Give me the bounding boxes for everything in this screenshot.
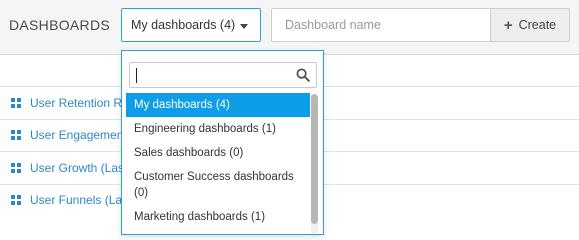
dashboard-link[interactable]: User Growth (Las (30, 161, 124, 175)
page-title: DASHBOARDS (9, 17, 111, 33)
dropdown-scrollbar[interactable] (311, 94, 318, 234)
dropdown-scrollbar-thumb[interactable] (311, 94, 318, 224)
dashboard-grid-icon (11, 130, 21, 141)
dashboard-grid-icon (11, 162, 21, 173)
create-button[interactable]: + Create (490, 8, 570, 42)
caret-down-icon (240, 24, 248, 29)
text-cursor (136, 68, 137, 83)
dropdown-option-sales[interactable]: Sales dashboards (0) (126, 141, 310, 165)
dropdown-option-engineering[interactable]: Engineering dashboards (1) (126, 117, 310, 141)
dashboard-link[interactable]: User Funnels (La (30, 193, 122, 207)
dashboard-name-input[interactable] (271, 8, 491, 42)
dropdown-options: My dashboards (4) Engineering dashboards… (126, 93, 310, 229)
dropdown-option-my-dashboards[interactable]: My dashboards (4) (126, 93, 310, 117)
dashboards-page: DASHBOARDS My dashboards (4) + Create Us… (0, 0, 579, 235)
dashboard-filter-dropdown[interactable]: My dashboards (4) (121, 8, 261, 42)
dashboard-link[interactable]: User Engagemen (30, 128, 123, 142)
dropdown-option-customer-success[interactable]: Customer Success dashboards (0) (126, 165, 310, 205)
dashboard-grid-icon (11, 195, 21, 206)
search-icon (296, 68, 310, 82)
dashboard-filter-menu: My dashboards (4) Engineering dashboards… (121, 50, 324, 235)
dashboard-grid-icon (11, 97, 21, 108)
dropdown-option-marketing[interactable]: Marketing dashboards (1) (126, 205, 310, 229)
page-header: DASHBOARDS My dashboards (4) + Create (0, 0, 579, 55)
dropdown-label: My dashboards (4) (131, 18, 236, 32)
dropdown-search-input[interactable] (129, 62, 317, 88)
dashboard-link[interactable]: User Retention R (30, 96, 122, 110)
create-button-label: Create (518, 18, 557, 32)
plus-icon: + (503, 16, 513, 34)
